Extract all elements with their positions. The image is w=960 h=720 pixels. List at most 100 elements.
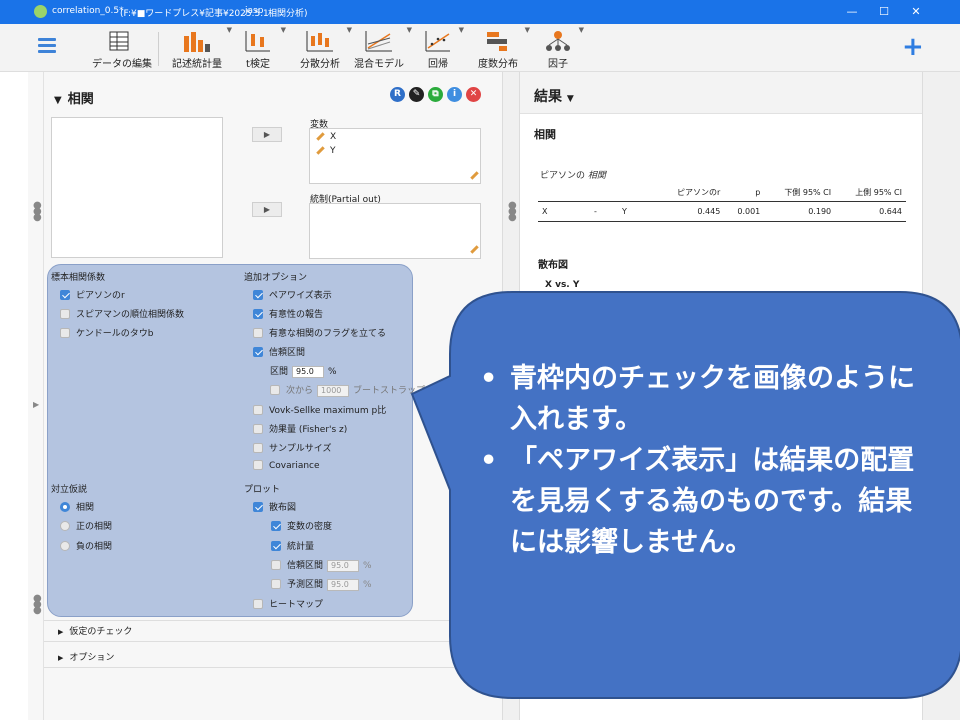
table-row: X - Y 0.445 0.001 0.190 0.644 xyxy=(538,201,906,222)
additional-options-title: 追加オプション xyxy=(244,273,308,283)
available-variables-list[interactable] xyxy=(51,117,223,258)
move-to-variables-button[interactable]: ▶ xyxy=(252,127,282,142)
divider xyxy=(44,641,454,642)
plot-pi-input[interactable]: 95.0 xyxy=(327,578,360,591)
hamburger-menu-icon[interactable] xyxy=(38,38,56,54)
divider xyxy=(44,667,454,668)
checkbox-icon xyxy=(60,328,70,338)
variable-item[interactable]: Y xyxy=(316,146,336,156)
regression-icon: ▼ xyxy=(420,26,464,54)
ci-interval-row: 区間 95.0% xyxy=(270,365,337,378)
bootstrap-row[interactable]: 次から 1000 ブートストラップ xyxy=(270,383,425,397)
checkbox-icon xyxy=(271,541,281,551)
close-window-button[interactable]: ✕ xyxy=(906,3,926,21)
variable-item[interactable]: X xyxy=(316,132,336,142)
toolbar-descriptives[interactable]: ▼ 記述統計量 xyxy=(170,26,232,70)
r-syntax-icon[interactable]: R xyxy=(390,87,405,102)
checkbox-icon xyxy=(253,599,263,609)
statistics-checkbox[interactable]: 統計量 xyxy=(271,539,314,552)
checkbox-icon xyxy=(253,309,263,319)
toolbar-frequencies[interactable]: ▼ 度数分布 xyxy=(474,26,530,70)
heatmap-checkbox[interactable]: ヒートマップ xyxy=(253,597,323,610)
partial-out-list[interactable] xyxy=(309,203,481,259)
radio-icon xyxy=(60,521,70,531)
effect-size-checkbox[interactable]: 効果量 (Fisher's z) xyxy=(253,422,347,435)
toolbar-mixed-models[interactable]: ▼ 混合モデル xyxy=(354,26,412,70)
checkbox-icon xyxy=(271,521,281,531)
drag-handle-icon[interactable]: ●●● xyxy=(33,594,42,616)
bar-chart-icon: ▼ xyxy=(170,26,232,54)
expand-triangle-icon: ▶ xyxy=(58,628,64,636)
results-header[interactable]: 結果 ▼ xyxy=(534,86,574,106)
collapse-triangle-icon: ▼ xyxy=(54,95,62,106)
sample-correlation-title: 標本相関係数 xyxy=(51,273,106,283)
ci-interval-input[interactable]: 95.0 xyxy=(292,365,325,378)
add-module-button[interactable]: + xyxy=(902,34,924,60)
ttest-icon: ▼ xyxy=(238,26,286,54)
plot-ci-row[interactable]: 信頼区間 95.0% xyxy=(271,558,372,572)
assumption-checks-section[interactable]: ▶ 仮定のチェック xyxy=(58,624,132,637)
expand-arrow-icon[interactable]: ▶ xyxy=(33,401,39,409)
scatter-plot-checkbox[interactable]: 散布図 xyxy=(253,500,296,513)
covariance-checkbox[interactable]: Covariance xyxy=(253,460,320,471)
spearman-checkbox[interactable]: スピアマンの順位相関係数 xyxy=(60,307,184,320)
toolbar-separator xyxy=(158,32,159,66)
scatter-section-title[interactable]: 散布図 xyxy=(538,256,568,271)
drag-handle-icon[interactable]: ●●● xyxy=(33,201,42,223)
toolbar-data-edit[interactable]: データの編集 xyxy=(92,28,152,70)
results-section-title[interactable]: 相関 xyxy=(534,126,556,142)
toolbar-factor[interactable]: ▼ 因子 xyxy=(540,26,584,70)
table-header-row: ピアソンのr p 下側 95% CI 上側 95% CI xyxy=(538,184,906,202)
sample-size-checkbox[interactable]: サンプルサイズ xyxy=(253,441,331,454)
bootstrap-count-input[interactable]: 1000 xyxy=(317,384,350,397)
callout-text: 青枠内のチェックを画像のように入れます。 「ペアワイズ表示」は結果の配置を見易く… xyxy=(476,358,936,563)
edit-title-icon[interactable]: ✎ xyxy=(409,87,424,102)
hypothesis-negative-radio[interactable]: 負の相関 xyxy=(60,539,112,552)
close-analysis-icon[interactable]: ✕ xyxy=(466,87,481,102)
pearson-checkbox[interactable]: ピアソンのr xyxy=(60,288,125,301)
drag-handle-icon[interactable]: ●●● xyxy=(508,201,517,223)
move-to-partial-button[interactable]: ▶ xyxy=(252,202,282,217)
checkbox-icon xyxy=(60,290,70,300)
maximize-button[interactable]: ☐ xyxy=(874,3,894,21)
confidence-interval-checkbox[interactable]: 信頼区間 xyxy=(253,345,305,358)
window-app-name: jasp xyxy=(245,6,264,16)
analysis-icon-row: R ✎ ⧉ i ✕ xyxy=(390,87,485,102)
checkbox-icon xyxy=(253,502,263,512)
table-caption: ピアソンの 相関 xyxy=(540,171,606,181)
duplicate-icon[interactable]: ⧉ xyxy=(428,87,443,102)
options-section[interactable]: ▶ オプション xyxy=(58,650,114,663)
left-collapse-rail[interactable] xyxy=(28,72,44,720)
alt-hypothesis-title: 対立仮説 xyxy=(51,485,88,495)
vovk-sellke-checkbox[interactable]: Vovk-Sellke maximum p比 xyxy=(253,403,386,416)
minimize-button[interactable]: — xyxy=(842,3,862,21)
kendall-checkbox[interactable]: ケンドールのタウb xyxy=(60,326,153,339)
checkbox-icon xyxy=(271,579,281,589)
info-icon[interactable]: i xyxy=(447,87,462,102)
analysis-title[interactable]: ▼ 相関 xyxy=(54,88,94,107)
plot-pi-row[interactable]: 予測区間 95.0% xyxy=(271,577,372,591)
pairwise-display-checkbox[interactable]: ペアワイズ表示 xyxy=(253,288,332,301)
scale-variable-icon xyxy=(316,146,325,155)
variable-density-checkbox[interactable]: 変数の密度 xyxy=(271,519,332,532)
dropdown-caret-icon: ▼ xyxy=(566,94,574,104)
plot-ci-input[interactable]: 95.0 xyxy=(327,559,360,572)
report-significance-checkbox[interactable]: 有意性の報告 xyxy=(253,307,323,320)
callout-bullet: 青枠内のチェックを画像のように入れます。 xyxy=(476,358,936,440)
radio-icon xyxy=(60,502,70,512)
toolbar-anova[interactable]: ▼ 分散分析 xyxy=(296,26,352,70)
scale-variable-icon xyxy=(316,132,325,141)
hypothesis-positive-radio[interactable]: 正の相関 xyxy=(60,519,112,532)
checkbox-icon xyxy=(253,328,263,338)
title-bar: correlation_0.5* (F:¥■ワードプレス¥記事¥2025.5.1… xyxy=(0,0,960,24)
radio-icon xyxy=(60,541,70,551)
toolbar-ttest[interactable]: ▼ t検定 xyxy=(238,26,286,70)
checkbox-icon xyxy=(253,424,263,434)
divider xyxy=(44,620,454,621)
toolbar-regression[interactable]: ▼ 回帰 xyxy=(420,26,464,70)
results-header-bar xyxy=(520,72,922,114)
hypothesis-correlated-radio[interactable]: 相関 xyxy=(60,500,94,513)
flag-significant-checkbox[interactable]: 有意な相関のフラグを立てる xyxy=(253,326,386,339)
anova-icon: ▼ xyxy=(296,26,352,54)
checkbox-icon xyxy=(253,290,263,300)
